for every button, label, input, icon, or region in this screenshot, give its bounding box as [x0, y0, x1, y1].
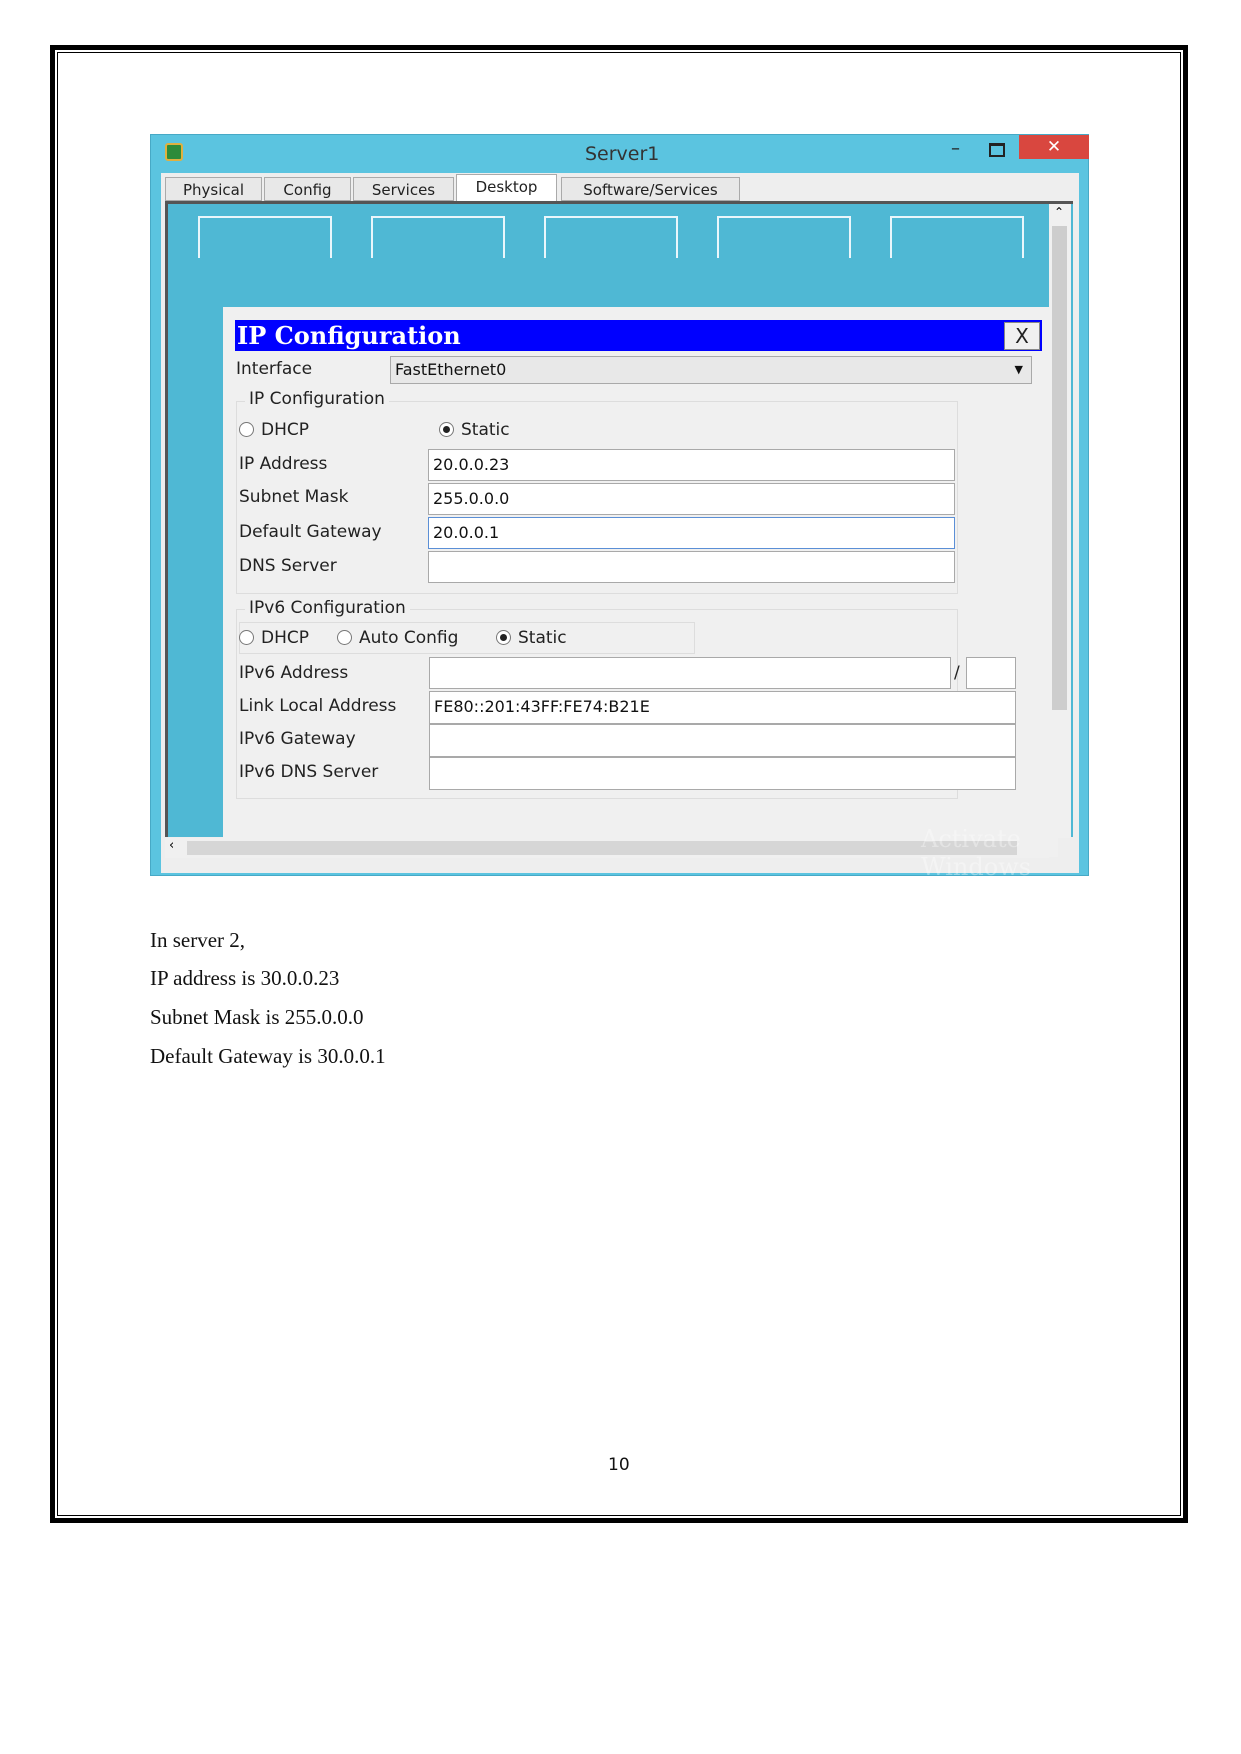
- ipv4-group-label: IP Configuration: [245, 389, 389, 409]
- ipv6-group-label: IPv6 Configuration: [245, 598, 410, 618]
- body-line: Subnet Mask is 255.0.0.0: [150, 1005, 364, 1029]
- ip-configuration-dialog: IP Configuration X Interface FastEtherne…: [223, 307, 1058, 857]
- tab-software-services[interactable]: Software/Services: [561, 177, 740, 201]
- link-local-input[interactable]: FE80::201:43FF:FE74:B21E: [429, 691, 1016, 724]
- ipv4-dhcp-radio[interactable]: DHCP: [239, 420, 309, 440]
- default-gateway-label: Default Gateway: [239, 522, 382, 542]
- app-tile[interactable]: [890, 216, 1024, 258]
- ipv6-static-radio[interactable]: Static: [496, 628, 567, 648]
- app-tile[interactable]: [717, 216, 851, 258]
- ipv6-gateway-input[interactable]: [429, 724, 1016, 757]
- ipv6-address-label: IPv6 Address: [239, 663, 349, 683]
- scrollbar-thumb[interactable]: [1052, 226, 1067, 710]
- interface-value: FastEthernet0: [395, 360, 507, 379]
- page-number: 10: [608, 1455, 630, 1475]
- app-tile[interactable]: [198, 216, 332, 258]
- close-button[interactable]: ✕: [1019, 135, 1089, 159]
- body-line: In server 2,: [150, 928, 246, 952]
- vertical-scrollbar[interactable]: ⌃: [1049, 204, 1071, 838]
- dns-server-label: DNS Server: [239, 556, 337, 576]
- interface-select[interactable]: FastEthernet0 ▼: [390, 356, 1032, 384]
- app-tile[interactable]: [371, 216, 505, 258]
- subnet-mask-input[interactable]: 255.0.0.0: [428, 483, 955, 515]
- ipv6-prefix-input[interactable]: [966, 657, 1016, 689]
- dialog-title-bar: IP Configuration X: [235, 320, 1042, 351]
- ipv6-dns-input[interactable]: [429, 757, 1016, 790]
- document-page: Server1 – ✕ Physical Config Services Des…: [0, 0, 1241, 1754]
- horizontal-scrollbar[interactable]: ‹: [165, 838, 1049, 858]
- radio-icon: [239, 422, 254, 437]
- server-window-screenshot: Server1 – ✕ Physical Config Services Des…: [150, 134, 1089, 881]
- tab-desktop[interactable]: Desktop: [456, 174, 557, 201]
- activate-watermark: Activate Windows: [921, 825, 1032, 881]
- window-title: Server1: [585, 143, 660, 165]
- ipv6-dhcp-radio[interactable]: DHCP: [239, 628, 309, 648]
- chevron-left-icon[interactable]: ‹: [169, 838, 174, 853]
- ip-address-input[interactable]: 20.0.0.23: [428, 449, 955, 481]
- dns-server-input[interactable]: [428, 551, 955, 583]
- minimize-icon[interactable]: –: [951, 138, 960, 159]
- ipv6-auto-config-radio[interactable]: Auto Config: [337, 628, 458, 648]
- ipv6-dns-label: IPv6 DNS Server: [239, 762, 379, 782]
- scrollbar-thumb[interactable]: [187, 841, 1017, 855]
- dialog-title: IP Configuration: [237, 321, 461, 350]
- dialog-close-button[interactable]: X: [1004, 322, 1040, 350]
- ipv4-static-radio[interactable]: Static: [439, 420, 510, 440]
- tab-config[interactable]: Config: [264, 177, 351, 201]
- ipv6-gateway-label: IPv6 Gateway: [239, 729, 356, 749]
- radio-selected-icon: [439, 422, 454, 437]
- tab-services[interactable]: Services: [353, 177, 454, 201]
- subnet-mask-label: Subnet Mask: [239, 487, 349, 507]
- app-tile[interactable]: [544, 216, 678, 258]
- tab-physical[interactable]: Physical: [165, 177, 262, 201]
- radio-icon: [239, 630, 254, 645]
- body-line: IP address is 30.0.0.23: [150, 966, 340, 990]
- radio-selected-icon: [496, 630, 511, 645]
- app-icon: [165, 143, 183, 161]
- maximize-icon[interactable]: [989, 143, 1005, 157]
- ipv6-address-input[interactable]: [429, 657, 951, 689]
- radio-icon: [337, 630, 352, 645]
- chevron-up-icon[interactable]: ⌃: [1054, 205, 1064, 219]
- link-local-label: Link Local Address: [239, 696, 397, 716]
- prefix-slash: /: [954, 663, 960, 683]
- chevron-down-icon: ▼: [1014, 363, 1023, 376]
- ip-address-label: IP Address: [239, 454, 328, 474]
- interface-label: Interface: [236, 359, 313, 379]
- desktop-area: IP Configuration X Interface FastEtherne…: [165, 201, 1073, 857]
- body-line: Default Gateway is 30.0.0.1: [150, 1044, 386, 1068]
- default-gateway-input[interactable]: 20.0.0.1: [428, 517, 955, 549]
